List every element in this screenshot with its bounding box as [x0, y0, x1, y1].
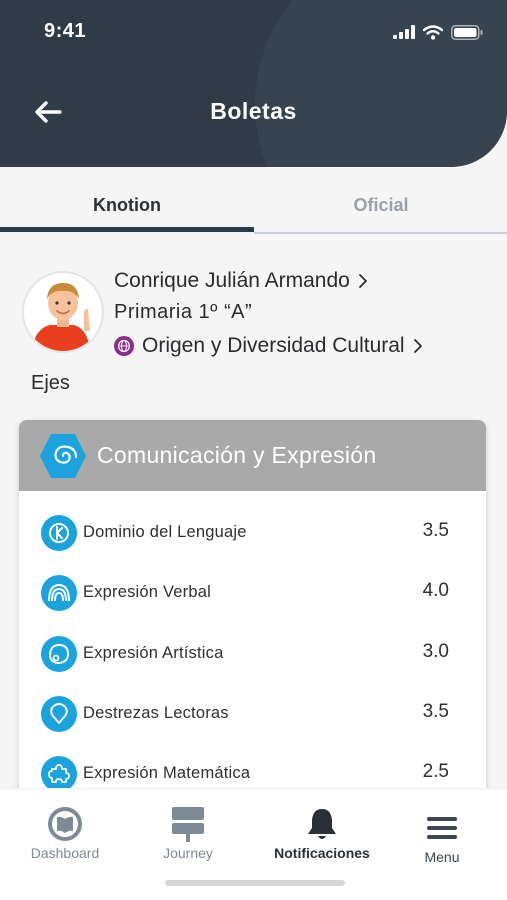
chevron-right-icon: [413, 339, 422, 353]
bell-icon: [308, 809, 336, 839]
palette-icon: [41, 636, 77, 672]
axis-row[interactable]: Dominio del Lenguaje 3.5: [19, 511, 486, 555]
tab-knotion[interactable]: Knotion: [0, 185, 254, 233]
home-indicator: [165, 880, 345, 886]
section-label: Ejes: [31, 372, 70, 394]
axis-score: 4.0: [422, 580, 449, 601]
signal-icon: [393, 25, 415, 39]
student-name: Conrique Julián Armando: [114, 269, 350, 292]
card-title: Comunicación y Expresión: [97, 442, 377, 468]
axis-label: Expresión Artística: [83, 644, 224, 662]
nav-menu[interactable]: Menu: [397, 789, 487, 879]
sound-waves-icon: [41, 575, 77, 611]
tab-divider: [254, 232, 507, 234]
tab-oficial[interactable]: Oficial: [254, 185, 507, 233]
student-grade: Primaria 1º “A”: [114, 301, 253, 323]
axis-row[interactable]: Expresión Verbal 4.0: [19, 571, 486, 615]
app-header: 9:41 Boletas: [0, 0, 507, 167]
location-pin-icon: [41, 696, 77, 732]
status-icons: [393, 22, 483, 42]
student-avatar: [22, 271, 104, 353]
page-title: Boletas: [210, 98, 297, 124]
axis-row[interactable]: Expresión Artística 3.0: [19, 632, 486, 676]
nav-journey[interactable]: Journey: [143, 789, 233, 879]
axis-card: Comunicación y Expresión Dominio del Len…: [19, 420, 486, 800]
nav-notificaciones[interactable]: Notificaciones: [262, 789, 382, 879]
axis-label: Destrezas Lectoras: [83, 704, 229, 722]
axis-label: Expresión Matemática: [83, 764, 251, 782]
axis-row[interactable]: Destrezas Lectoras 3.5: [19, 692, 486, 736]
wifi-icon: [423, 24, 443, 40]
axis-label: Expresión Verbal: [83, 583, 211, 601]
axis-score: 3.5: [422, 701, 449, 722]
k-circle-icon: [41, 515, 77, 551]
active-tab-indicator: [0, 227, 254, 232]
axis-score: 3.5: [422, 520, 449, 541]
axis-score: 2.5: [422, 761, 449, 782]
chevron-right-icon: [358, 274, 367, 288]
nav-dashboard[interactable]: Dashboard: [20, 789, 110, 879]
signpost-icon: [172, 807, 204, 842]
hamburger-icon: [427, 817, 457, 839]
nav-label: Dashboard: [30, 845, 100, 861]
nav-label: Menu: [424, 849, 460, 865]
nav-label: Journey: [163, 845, 213, 861]
globe-icon: [114, 336, 134, 356]
axis-label: Dominio del Lenguaje: [83, 523, 247, 541]
book-circle-icon: [48, 807, 82, 841]
status-time: 9:41: [44, 20, 87, 42]
spiral-hexagon-icon: [40, 434, 86, 478]
program-name: Origen y Diversidad Cultural: [142, 334, 405, 357]
card-header[interactable]: Comunicación y Expresión: [19, 420, 486, 491]
program-link[interactable]: Origen y Diversidad Cultural: [114, 334, 423, 358]
puzzle-icon: [41, 756, 77, 792]
battery-icon: [451, 24, 483, 40]
student-name-link[interactable]: Conrique Julián Armando: [114, 269, 368, 293]
axis-score: 3.0: [422, 641, 449, 662]
nav-label: Notificaciones: [274, 845, 370, 861]
